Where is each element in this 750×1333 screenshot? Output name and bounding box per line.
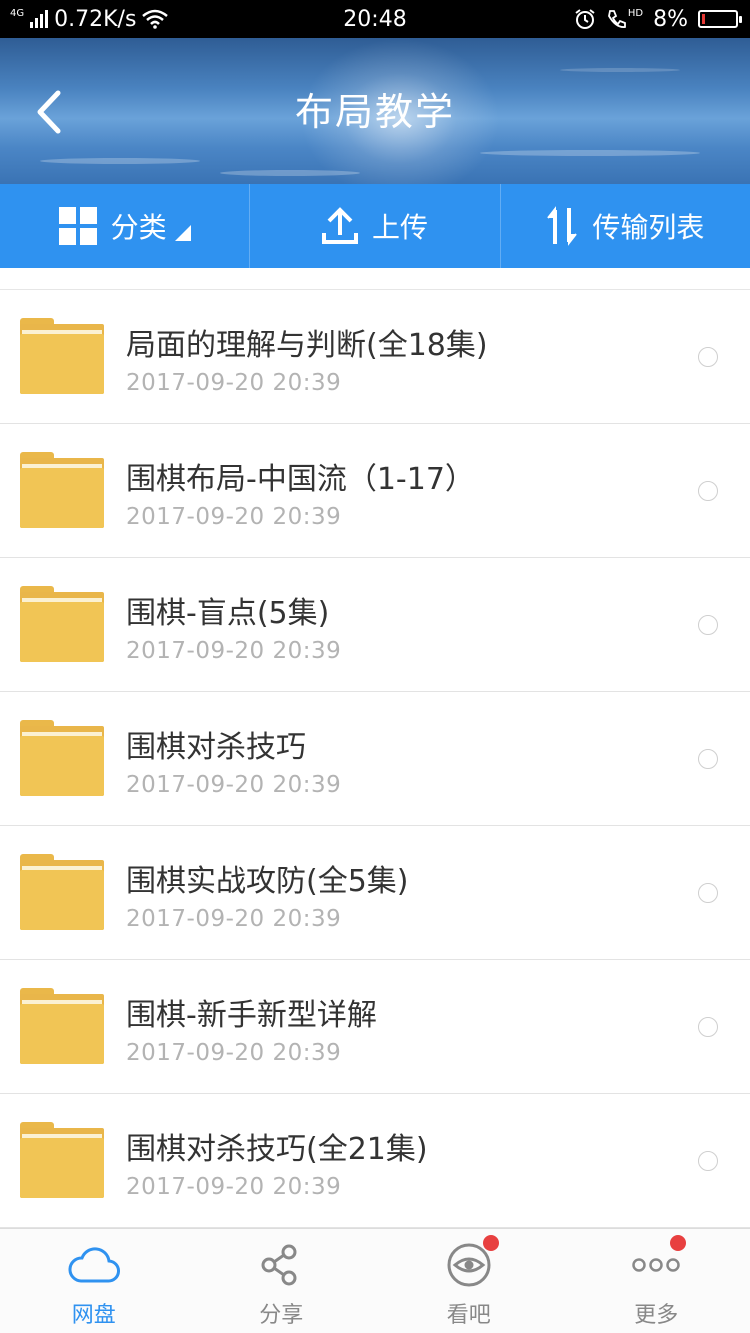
nav-item-watch[interactable]: 看吧	[375, 1229, 563, 1333]
grid-icon	[58, 207, 97, 245]
battery-percent: 8%	[653, 6, 688, 32]
nav-icon-wrap	[68, 1241, 120, 1289]
more-icon	[632, 1258, 680, 1272]
bottom-nav: 网盘 分享 看吧 更多	[0, 1228, 750, 1333]
file-list-items: 局面的理解与判断(全18集) 2017-09-20 20:39 围棋布局-中国流…	[0, 290, 750, 1228]
folder-icon	[20, 720, 104, 796]
file-list-item[interactable]: 围棋-盲点(5集) 2017-09-20 20:39	[0, 558, 750, 692]
select-checkbox[interactable]	[698, 481, 718, 501]
file-name: 围棋实战攻防(全5集)	[126, 864, 409, 899]
file-date: 2017-09-20 20:39	[126, 772, 342, 798]
file-list-item[interactable]: 围棋实战攻防(全5集) 2017-09-20 20:39	[0, 826, 750, 960]
file-list-item[interactable]: 围棋-新手新型详解 2017-09-20 20:39	[0, 960, 750, 1094]
nav-item-share[interactable]: 分享	[188, 1229, 376, 1333]
battery-icon	[698, 10, 742, 28]
status-time: 20:48	[343, 6, 407, 32]
hd-label: HD	[627, 7, 644, 19]
folder-icon	[20, 988, 104, 1064]
folder-icon	[20, 854, 104, 930]
status-bar: 4G 0.72K/s 20:48 HD 8%	[0, 0, 750, 38]
nav-icon-wrap	[255, 1241, 307, 1289]
select-checkbox[interactable]	[698, 1017, 718, 1037]
upload-icon	[321, 207, 358, 244]
file-name: 围棋-新手新型详解	[126, 998, 377, 1033]
share-icon	[261, 1244, 297, 1286]
hd-call-icon: HD	[606, 8, 643, 30]
file-date: 2017-09-20 20:39	[126, 1174, 342, 1200]
cloud-icon	[68, 1247, 120, 1283]
file-date: 2017-09-20 20:39	[126, 504, 342, 530]
list-top-spacer	[0, 268, 750, 290]
select-checkbox[interactable]	[698, 749, 718, 769]
folder-icon	[20, 318, 104, 394]
notification-dot	[670, 1235, 687, 1251]
dropdown-triangle-icon	[174, 225, 191, 241]
select-checkbox[interactable]	[698, 615, 718, 635]
nav-label: 看吧	[446, 1303, 491, 1328]
select-checkbox[interactable]	[698, 347, 718, 367]
file-list-item[interactable]: 围棋布局-中国流（1-17） 2017-09-20 20:39	[0, 424, 750, 558]
nav-item-more[interactable]: 更多	[563, 1229, 750, 1333]
page-title: 布局教学	[294, 90, 455, 134]
nav-label: 更多	[634, 1303, 679, 1328]
folder-icon	[20, 586, 104, 662]
select-checkbox[interactable]	[698, 1151, 718, 1171]
folder-icon	[20, 1122, 104, 1198]
file-name: 围棋对杀技巧	[126, 730, 306, 765]
file-name: 围棋对杀技巧(全21集)	[126, 1132, 428, 1167]
transfer-icon	[547, 206, 578, 246]
nav-icon-wrap	[443, 1235, 499, 1289]
file-date: 2017-09-20 20:39	[126, 638, 342, 664]
file-list: 局面的理解与判断(全18集) 2017-09-20 20:39 围棋布局-中国流…	[0, 268, 750, 1228]
file-list-item[interactable]: 围棋对杀技巧(全21集) 2017-09-20 20:39	[0, 1094, 750, 1228]
folder-icon	[20, 452, 104, 528]
upload-button[interactable]: 上传	[250, 184, 501, 268]
nav-label: 分享	[259, 1303, 304, 1328]
battery-level	[702, 14, 705, 24]
nav-icon-wrap	[630, 1235, 687, 1289]
nav-label: 网盘	[71, 1303, 116, 1328]
file-name: 局面的理解与判断(全18集)	[126, 328, 488, 363]
file-list-item[interactable]: 围棋对杀技巧 2017-09-20 20:39	[0, 692, 750, 826]
header-wave	[220, 170, 360, 176]
category-button[interactable]: 分类	[0, 184, 251, 268]
file-date: 2017-09-20 20:39	[126, 1040, 342, 1066]
header-wave	[480, 150, 700, 156]
select-checkbox[interactable]	[698, 883, 718, 903]
toolbar: 分类 上传 传输列表	[0, 184, 750, 268]
notification-dot	[482, 1235, 499, 1251]
file-date: 2017-09-20 20:39	[126, 906, 342, 932]
header: 布局教学	[0, 38, 750, 184]
upload-label: 上传	[371, 211, 428, 244]
category-label: 分类	[110, 211, 167, 244]
file-list-item[interactable]: 局面的理解与判断(全18集) 2017-09-20 20:39	[0, 290, 750, 424]
status-right: HD 8%	[574, 0, 742, 38]
header-wave	[560, 68, 680, 72]
transfer-label: 传输列表	[592, 211, 705, 244]
file-name: 围棋-盲点(5集)	[126, 596, 330, 631]
file-date: 2017-09-20 20:39	[126, 370, 342, 396]
alarm-icon	[575, 9, 595, 29]
transfer-list-button[interactable]: 传输列表	[501, 184, 750, 268]
file-name: 围棋布局-中国流（1-17）	[126, 462, 475, 497]
header-wave	[40, 158, 200, 164]
nav-item-netdisk[interactable]: 网盘	[0, 1229, 188, 1333]
